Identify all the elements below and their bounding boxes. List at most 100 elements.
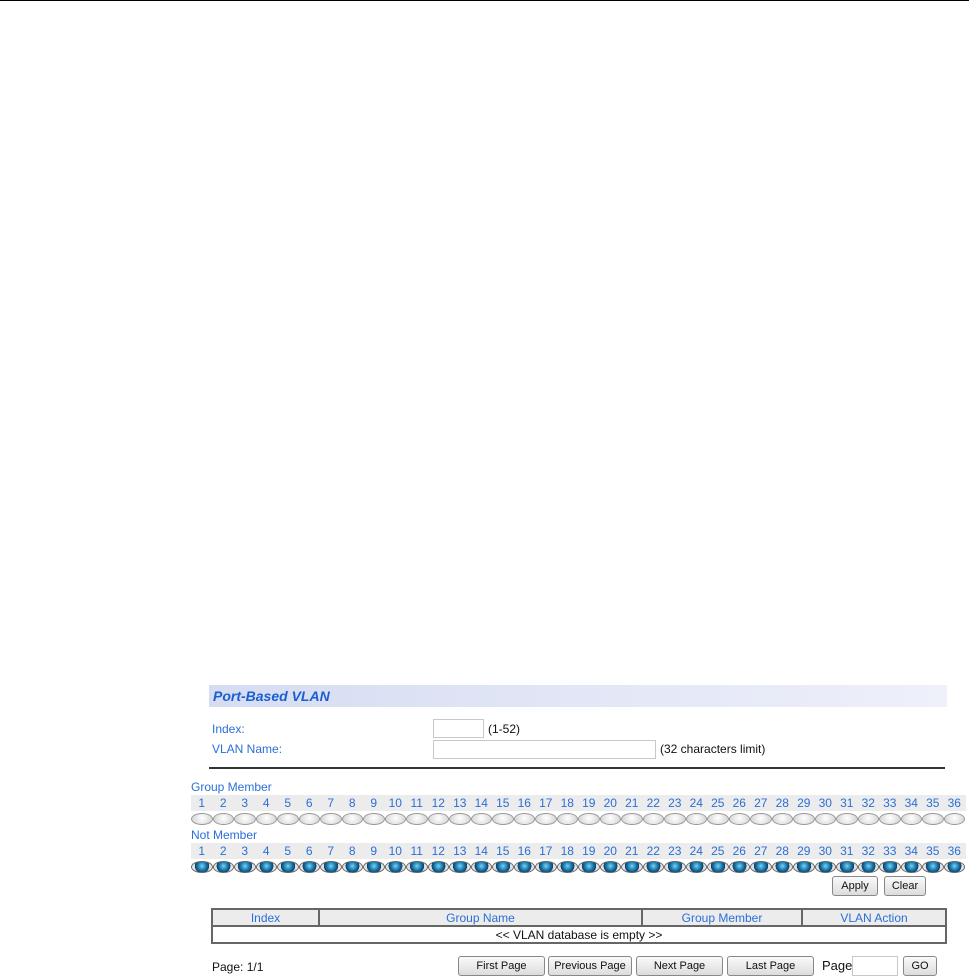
group-member-radio[interactable] <box>685 813 707 825</box>
not-member-radio[interactable] <box>900 861 922 873</box>
group-member-radio[interactable] <box>943 813 965 825</box>
group-member-radio[interactable] <box>900 813 922 825</box>
group-member-port-numbers: 1 2 3 4 5 6 7 8 9 10 11 12 13 14 15 16 17 18 19 20 21 22 23 24 2… <box>191 795 966 811</box>
group-member-radio[interactable] <box>513 813 535 825</box>
group-member-radio[interactable] <box>341 813 363 825</box>
port-number: 8 <box>348 796 356 810</box>
group-member-radio[interactable] <box>664 813 686 825</box>
port-number: 29 <box>797 844 811 858</box>
not-member-radio[interactable] <box>470 861 492 873</box>
group-member-radio[interactable] <box>492 813 514 825</box>
go-button[interactable]: GO <box>903 956 937 976</box>
page-input[interactable] <box>852 956 898 976</box>
not-member-radio[interactable] <box>341 861 363 873</box>
group-member-radio[interactable] <box>599 813 621 825</box>
not-member-radio[interactable] <box>793 861 815 873</box>
clear-button[interactable]: Clear <box>884 876 926 896</box>
group-member-radio[interactable] <box>578 813 600 825</box>
group-member-radio[interactable] <box>556 813 578 825</box>
not-member-radio[interactable] <box>578 861 600 873</box>
last-page-button[interactable]: Last Page <box>727 956 814 976</box>
next-page-button[interactable]: Next Page <box>636 956 723 976</box>
not-member-radio[interactable] <box>513 861 535 873</box>
radio-cell <box>578 859 600 875</box>
not-member-radio[interactable] <box>234 861 256 873</box>
group-member-radio[interactable] <box>449 813 471 825</box>
port-number: 16 <box>517 844 531 858</box>
group-member-radio[interactable] <box>642 813 664 825</box>
port-number: 4 <box>262 844 270 858</box>
group-member-radio[interactable] <box>234 813 256 825</box>
not-member-radio[interactable] <box>621 861 643 873</box>
port-number: 26 <box>732 796 746 810</box>
not-member-radio[interactable] <box>191 861 213 873</box>
group-member-radio[interactable] <box>255 813 277 825</box>
group-member-radio[interactable] <box>277 813 299 825</box>
not-member-radio[interactable] <box>728 861 750 873</box>
radio-cell <box>578 811 600 827</box>
group-member-radio[interactable] <box>922 813 944 825</box>
not-member-radio[interactable] <box>492 861 514 873</box>
group-member-radio[interactable] <box>384 813 406 825</box>
group-member-radio[interactable] <box>836 813 858 825</box>
group-member-radio[interactable] <box>793 813 815 825</box>
index-input[interactable] <box>433 719 484 738</box>
group-member-radio[interactable] <box>750 813 772 825</box>
not-member-radio[interactable] <box>685 861 707 873</box>
group-member-radio[interactable] <box>406 813 428 825</box>
group-member-radio[interactable] <box>535 813 557 825</box>
group-member-radio[interactable] <box>212 813 234 825</box>
group-member-radio[interactable] <box>621 813 643 825</box>
group-member-radio[interactable] <box>879 813 901 825</box>
not-member-radio[interactable] <box>750 861 772 873</box>
not-member-radio[interactable] <box>642 861 664 873</box>
not-member-radio[interactable] <box>363 861 385 873</box>
not-member-radio[interactable] <box>857 861 879 873</box>
radio-cell <box>449 859 471 875</box>
not-member-radio[interactable] <box>599 861 621 873</box>
port-number: 13 <box>453 796 467 810</box>
group-member-radio[interactable] <box>771 813 793 825</box>
not-member-radio[interactable] <box>814 861 836 873</box>
radio-cell <box>406 859 428 875</box>
not-member-radio[interactable] <box>535 861 557 873</box>
group-member-radio[interactable] <box>707 813 729 825</box>
not-member-radio[interactable] <box>879 861 901 873</box>
group-member-radio[interactable] <box>320 813 342 825</box>
group-member-radio[interactable] <box>298 813 320 825</box>
group-member-radio[interactable] <box>470 813 492 825</box>
port-number: 12 <box>431 796 445 810</box>
port-number: 15 <box>496 796 510 810</box>
radio-cell <box>771 811 793 827</box>
not-member-radio[interactable] <box>449 861 471 873</box>
not-member-radio[interactable] <box>320 861 342 873</box>
group-member-radios <box>191 811 966 827</box>
not-member-radio[interactable] <box>707 861 729 873</box>
not-member-radio[interactable] <box>771 861 793 873</box>
group-member-radio[interactable] <box>191 813 213 825</box>
group-member-radio[interactable] <box>857 813 879 825</box>
not-member-radio[interactable] <box>664 861 686 873</box>
group-member-radio[interactable] <box>728 813 750 825</box>
first-page-button[interactable]: First Page <box>458 956 545 976</box>
not-member-radio[interactable] <box>212 861 234 873</box>
not-member-radio[interactable] <box>406 861 428 873</box>
apply-button[interactable]: Apply <box>832 876 878 896</box>
not-member-radio[interactable] <box>836 861 858 873</box>
not-member-radio[interactable] <box>277 861 299 873</box>
port-number: 29 <box>797 796 811 810</box>
not-member-radio[interactable] <box>298 861 320 873</box>
group-member-radio[interactable] <box>427 813 449 825</box>
previous-page-button[interactable]: Previous Page <box>548 956 632 976</box>
group-member-radio[interactable] <box>363 813 385 825</box>
not-member-radio[interactable] <box>556 861 578 873</box>
group-member-radio[interactable] <box>814 813 836 825</box>
radio-cell <box>341 859 363 875</box>
vlan-name-input[interactable] <box>433 740 656 759</box>
not-member-radio[interactable] <box>384 861 406 873</box>
not-member-radio[interactable] <box>427 861 449 873</box>
not-member-radio[interactable] <box>922 861 944 873</box>
not-member-radio[interactable] <box>943 861 965 873</box>
not-member-radio[interactable] <box>255 861 277 873</box>
radio-cell <box>707 811 729 827</box>
